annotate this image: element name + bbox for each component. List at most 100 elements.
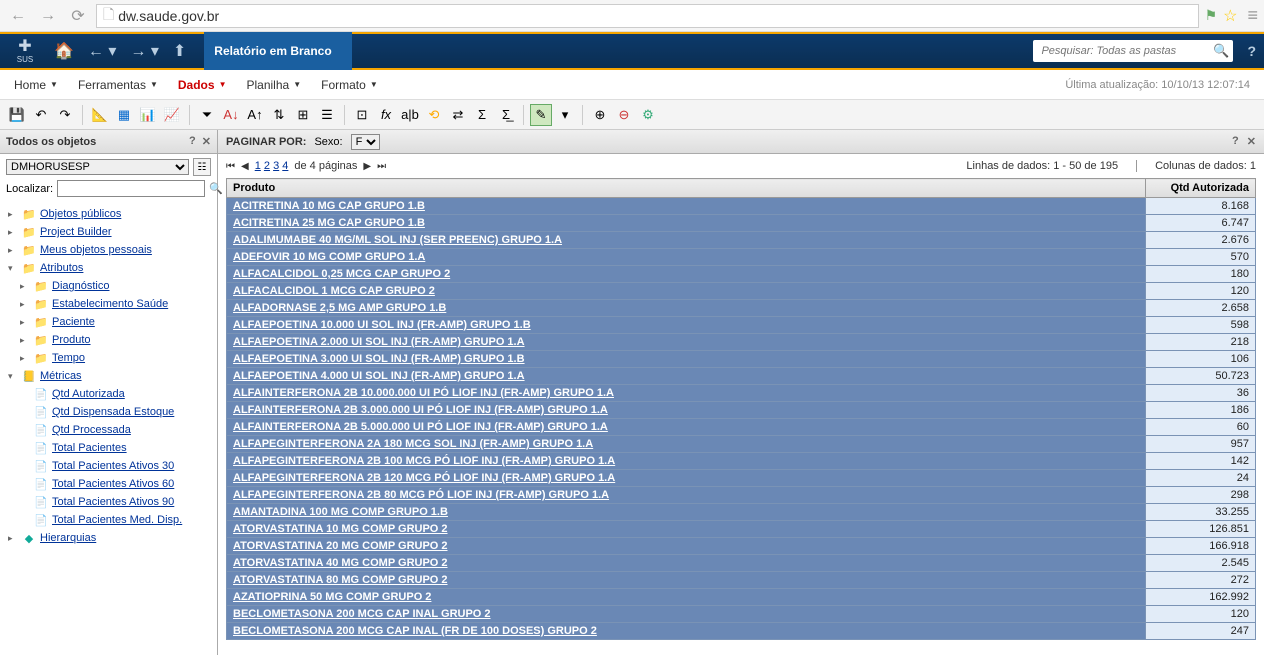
menu-dados[interactable]: Dados ▼ (178, 78, 227, 92)
tree-item[interactable]: ▸📁Paciente (2, 313, 215, 331)
global-search[interactable]: 🔍 (1033, 40, 1233, 62)
product-cell[interactable]: BECLOMETASONA 200 MCG CAP INAL (FR DE 10… (227, 623, 1146, 640)
back-arrow-icon[interactable]: ← ▾ (88, 41, 116, 61)
chart-icon[interactable]: 📊 (137, 104, 159, 126)
column-header-product[interactable]: Produto (227, 179, 1146, 198)
tree-item[interactable]: 📄Qtd Autorizada (2, 385, 215, 403)
url-bar[interactable]: 🗋 dw.saude.gov.br (96, 4, 1199, 28)
tree-item[interactable]: ▸📁Objetos públicos (2, 205, 215, 223)
expand-icon[interactable]: ▸ (8, 245, 18, 256)
expand-icon[interactable]: ▾ (8, 371, 18, 382)
tree-item[interactable]: ▸📁Meus objetos pessoais (2, 241, 215, 259)
product-cell[interactable]: ALFADORNASE 2,5 MG AMP GRUPO 1.B (227, 300, 1146, 317)
product-cell[interactable]: ATORVASTATINA 10 MG COMP GRUPO 2 (227, 521, 1146, 538)
filter-icon[interactable]: ⏷ (196, 104, 218, 126)
sort-desc-icon[interactable]: A↑ (244, 104, 266, 126)
undo-icon[interactable]: ↶ (30, 104, 52, 126)
prev-page-icon[interactable]: ◀ (241, 161, 249, 172)
expand-icon[interactable]: ▸ (20, 281, 30, 292)
product-cell[interactable]: ALFAEPOETINA 4.000 UI SOL INJ (FR-AMP) G… (227, 368, 1146, 385)
tree-item[interactable]: ▸◆Hierarquias (2, 529, 215, 547)
grid-icon[interactable]: ▦ (113, 104, 135, 126)
redo-icon[interactable]: ↷ (54, 104, 76, 126)
bookmark-star-icon[interactable]: ☆ (1223, 6, 1237, 26)
schema-select[interactable]: DMHORUSESP (6, 159, 189, 175)
panel-close-icon[interactable]: ✕ (202, 135, 211, 148)
pivot-icon[interactable]: ⇅ (268, 104, 290, 126)
last-page-icon[interactable]: ⏭ (377, 161, 386, 172)
help-icon[interactable]: ? (1247, 43, 1256, 59)
fx-icon[interactable]: fx (375, 104, 397, 126)
object-search-input[interactable] (57, 180, 205, 197)
browser-reload-button[interactable]: ⟳ (66, 4, 90, 28)
tree-item[interactable]: ▾📒Métricas (2, 367, 215, 385)
product-cell[interactable]: ALFAINTERFERONA 2B 5.000.000 UI PÓ LIOF … (227, 419, 1146, 436)
totals-icon[interactable]: ⊡ (351, 104, 373, 126)
upload-icon[interactable]: ⬆ (173, 41, 186, 61)
refresh-icon[interactable]: ⟲ (423, 104, 445, 126)
outline-icon[interactable]: ☰ (316, 104, 338, 126)
rename-icon[interactable]: a|b (399, 104, 421, 126)
forward-arrow-icon[interactable]: → ▾ (130, 41, 158, 61)
subtotal-icon[interactable]: Σ̲ (495, 104, 517, 126)
design-icon[interactable]: 📐 (89, 104, 111, 126)
product-cell[interactable]: ALFAPEGINTERFERONA 2B 80 MCG PÓ LIOF INJ… (227, 487, 1146, 504)
browser-back-button[interactable]: ← (6, 4, 30, 28)
product-cell[interactable]: ALFAPEGINTERFERONA 2B 100 MCG PÓ LIOF IN… (227, 453, 1146, 470)
tree-item[interactable]: 📄Total Pacientes Ativos 90 (2, 493, 215, 511)
home-icon[interactable]: 🏠 (54, 41, 74, 61)
first-page-icon[interactable]: ⏮ (226, 161, 235, 172)
tree-item[interactable]: ▸📁Diagnóstico (2, 277, 215, 295)
search-input[interactable] (1037, 45, 1213, 57)
expand-icon[interactable]: ▸ (20, 299, 30, 310)
sort-asc-icon[interactable]: A↓ (220, 104, 242, 126)
tree-item[interactable]: ▾📁Atributos (2, 259, 215, 277)
product-cell[interactable]: BECLOMETASONA 200 MCG CAP INAL GRUPO 2 (227, 606, 1146, 623)
product-cell[interactable]: ALFAPEGINTERFERONA 2B 120 MCG PÓ LIOF IN… (227, 470, 1146, 487)
grid-help-icon[interactable]: ? (1232, 135, 1239, 148)
browser-menu-icon[interactable]: ≡ (1247, 5, 1258, 26)
product-cell[interactable]: ALFAEPOETINA 3.000 UI SOL INJ (FR-AMP) G… (227, 351, 1146, 368)
drill-icon[interactable]: ⊞ (292, 104, 314, 126)
menu-formato[interactable]: Formato ▼ (321, 78, 378, 92)
tree-item[interactable]: 📄Total Pacientes (2, 439, 215, 457)
tree-item[interactable]: ▸📁Estabelecimento Saúde (2, 295, 215, 313)
format-icon[interactable]: ✎ (530, 104, 552, 126)
expand-icon[interactable]: ▸ (8, 209, 18, 220)
panel-help-icon[interactable]: ? (189, 135, 196, 148)
tree-item[interactable]: ▸📁Tempo (2, 349, 215, 367)
tree-item[interactable]: 📄Total Pacientes Med. Disp. (2, 511, 215, 529)
product-cell[interactable]: ALFAINTERFERONA 2B 3.000.000 UI PÓ LIOF … (227, 402, 1146, 419)
product-cell[interactable]: AMANTADINA 100 MG COMP GRUPO 1.B (227, 504, 1146, 521)
add-blank-icon[interactable]: ⊕ (589, 104, 611, 126)
page-number[interactable]: 1 (255, 160, 261, 172)
next-page-icon[interactable]: ▶ (363, 161, 371, 172)
tree-item[interactable]: 📄Total Pacientes Ativos 60 (2, 475, 215, 493)
grid-close-icon[interactable]: ✕ (1247, 135, 1256, 148)
product-cell[interactable]: ALFAEPOETINA 2.000 UI SOL INJ (FR-AMP) G… (227, 334, 1146, 351)
product-cell[interactable]: ALFACALCIDOL 0,25 MCG CAP GRUPO 2 (227, 266, 1146, 283)
expand-icon[interactable]: ▸ (20, 335, 30, 346)
paginate-select[interactable]: F (351, 134, 380, 150)
tree-item[interactable]: ▸📁Project Builder (2, 223, 215, 241)
remove-icon[interactable]: ⊖ (613, 104, 635, 126)
product-cell[interactable]: ATORVASTATINA 20 MG COMP GRUPO 2 (227, 538, 1146, 555)
search-icon[interactable]: 🔍 (1213, 43, 1229, 59)
options-icon[interactable]: ⚙ (637, 104, 659, 126)
flag-icon[interactable]: ⚑ (1205, 7, 1218, 24)
tree-item[interactable]: ▸📁Produto (2, 331, 215, 349)
save-icon[interactable]: 💾 (6, 104, 28, 126)
product-cell[interactable]: ALFAEPOETINA 10.000 UI SOL INJ (FR-AMP) … (227, 317, 1146, 334)
expand-icon[interactable]: ▸ (8, 533, 18, 544)
swap-icon[interactable]: ⇄ (447, 104, 469, 126)
product-cell[interactable]: ADALIMUMABE 40 MG/ML SOL INJ (SER PREENC… (227, 232, 1146, 249)
product-cell[interactable]: ALFACALCIDOL 1 MCG CAP GRUPO 2 (227, 283, 1146, 300)
expand-icon[interactable]: ▾ (8, 263, 18, 274)
graph-icon[interactable]: 📈 (161, 104, 183, 126)
product-cell[interactable]: ALFAPEGINTERFERONA 2A 180 MCG SOL INJ (F… (227, 436, 1146, 453)
expand-icon[interactable]: ▸ (20, 353, 30, 364)
page-number[interactable]: 3 (273, 160, 279, 172)
tree-item[interactable]: 📄Qtd Processada (2, 421, 215, 439)
product-cell[interactable]: ATORVASTATINA 80 MG COMP GRUPO 2 (227, 572, 1146, 589)
hierarchy-toggle-icon[interactable]: ☷ (193, 158, 211, 176)
